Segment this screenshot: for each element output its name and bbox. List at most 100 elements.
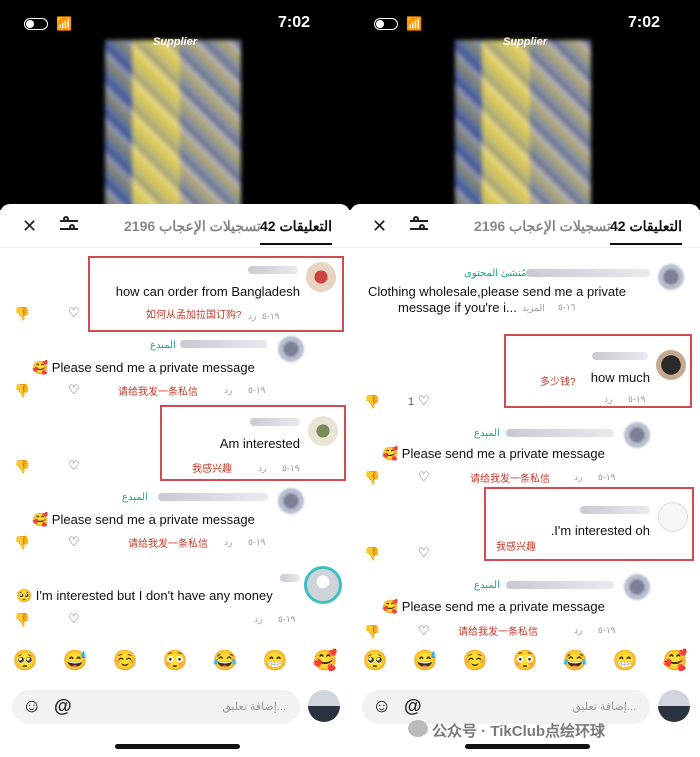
like-icon[interactable]: ♡ xyxy=(418,393,430,409)
comment-text: .I'm interested oh xyxy=(550,523,650,538)
comment-translation: 我感兴趣 xyxy=(496,542,536,553)
home-indicator xyxy=(465,744,590,749)
emoji-picker-icon[interactable]: ☺ xyxy=(372,696,391,718)
avatar[interactable] xyxy=(656,262,686,292)
avatar[interactable] xyxy=(304,566,342,604)
user-avatar[interactable] xyxy=(658,690,690,722)
like-icon[interactable]: ♡ xyxy=(68,305,80,321)
emoji-button[interactable]: 🥺 xyxy=(363,648,388,673)
video-overlay-label: Supplier xyxy=(152,36,197,48)
username-blur xyxy=(248,266,298,274)
filter-icon[interactable] xyxy=(60,216,78,234)
video-player[interactable]: 📶 7:02 Supplier xyxy=(0,0,350,210)
comment-date: ١٩-٥ xyxy=(598,472,616,482)
author-badge: المبدع xyxy=(150,340,176,351)
wifi-icon: 📶 xyxy=(56,16,73,31)
avatar[interactable] xyxy=(656,350,686,380)
dislike-icon[interactable]: 👎 xyxy=(364,394,380,410)
reply-link[interactable]: رد xyxy=(254,614,262,625)
filter-icon[interactable] xyxy=(410,216,428,234)
username-blur xyxy=(280,574,300,582)
comment-text: Clothing wholesale,please send me a priv… xyxy=(368,284,626,299)
emoji-button[interactable]: ☺️ xyxy=(113,648,138,673)
dislike-icon[interactable]: 👎 xyxy=(14,612,30,628)
author-badge: المبدع xyxy=(474,580,500,591)
like-icon[interactable]: ♡ xyxy=(68,534,80,550)
emoji-bar: 🥺 😅 ☺️ 😳 😂 😁 🥰 xyxy=(350,648,700,673)
like-icon[interactable]: ♡ xyxy=(418,623,430,639)
emoji-button[interactable]: 🥰 xyxy=(663,648,688,673)
like-icon[interactable]: ♡ xyxy=(68,611,80,627)
emoji-button[interactable]: 😂 xyxy=(213,648,238,673)
username-blur xyxy=(526,269,650,277)
comment-input[interactable]: ☺ @ إضافة تعليق... xyxy=(362,690,650,724)
dislike-icon[interactable]: 👎 xyxy=(14,459,30,475)
dislike-icon[interactable]: 👎 xyxy=(364,624,380,640)
comment-text: 🥰 Please send me a private message xyxy=(382,599,605,614)
emoji-button[interactable]: 🥺 xyxy=(13,648,38,673)
mention-icon[interactable]: @ xyxy=(404,696,422,717)
user-avatar[interactable] xyxy=(308,690,340,722)
reply-link[interactable]: رد xyxy=(224,537,232,548)
emoji-button[interactable]: 🥰 xyxy=(313,648,338,673)
dislike-icon[interactable]: 👎 xyxy=(364,470,380,486)
reply-link[interactable]: رد xyxy=(604,394,612,405)
emoji-picker-icon[interactable]: ☺ xyxy=(22,696,41,718)
username-blur xyxy=(250,418,300,426)
emoji-button[interactable]: 😁 xyxy=(613,648,638,673)
comment-date: ١٩-٥ xyxy=(628,394,646,404)
comment-date: ١٩-٥ xyxy=(282,463,300,473)
avatar[interactable] xyxy=(276,334,306,364)
focus-toggle-icon xyxy=(374,18,398,30)
reply-link[interactable]: رد xyxy=(224,385,232,396)
emoji-button[interactable]: 😳 xyxy=(513,648,538,673)
avatar[interactable] xyxy=(658,502,688,532)
wifi-icon: 📶 xyxy=(406,16,423,31)
status-icons: 📶 xyxy=(374,16,422,32)
emoji-button[interactable]: ☺️ xyxy=(463,648,488,673)
emoji-button[interactable]: 😅 xyxy=(63,648,88,673)
close-icon[interactable]: ✕ xyxy=(22,216,37,237)
comment-translation: 请给我发一条私信 xyxy=(458,627,538,638)
reply-link[interactable]: رد xyxy=(258,463,266,474)
avatar[interactable] xyxy=(308,416,338,446)
comment-translation: 多少钱? xyxy=(540,377,576,388)
emoji-button[interactable]: 😅 xyxy=(413,648,438,673)
dislike-icon[interactable]: 👎 xyxy=(14,306,30,322)
emoji-button[interactable]: 😁 xyxy=(263,648,288,673)
tab-comments[interactable]: التعليقات 42 xyxy=(610,218,682,245)
avatar[interactable] xyxy=(306,262,336,292)
dislike-icon[interactable]: 👎 xyxy=(14,383,30,399)
tab-comments[interactable]: التعليقات 42 xyxy=(260,218,332,245)
close-icon[interactable]: ✕ xyxy=(372,216,387,237)
avatar[interactable] xyxy=(622,420,652,450)
comment-text: Am interested xyxy=(219,436,300,451)
username-blur xyxy=(158,493,268,501)
dislike-icon[interactable]: 👎 xyxy=(364,546,380,562)
video-player[interactable]: 📶 7:02 Supplier xyxy=(350,0,700,210)
comment-input[interactable]: ☺ @ إضافة تعليق... xyxy=(12,690,300,724)
avatar[interactable] xyxy=(276,486,306,516)
like-icon[interactable]: ♡ xyxy=(418,469,430,485)
comment-placeholder: إضافة تعليق... xyxy=(222,701,286,713)
comment-text: how much xyxy=(590,370,650,385)
video-overlay-label: Supplier xyxy=(502,36,547,48)
like-icon[interactable]: ♡ xyxy=(68,382,80,398)
status-time: 7:02 xyxy=(627,14,660,31)
more-link[interactable]: المزيد xyxy=(522,303,545,314)
like-icon[interactable]: ♡ xyxy=(68,458,80,474)
reply-link[interactable]: رد xyxy=(574,472,582,483)
emoji-button[interactable]: 😳 xyxy=(163,648,188,673)
wechat-logo-icon xyxy=(408,720,428,737)
username-blur xyxy=(506,429,614,437)
reply-link[interactable]: رد xyxy=(574,625,582,636)
emoji-button[interactable]: 😂 xyxy=(563,648,588,673)
tab-likes[interactable]: تسجيلات الإعجاب 2196 xyxy=(124,218,261,235)
tab-likes[interactable]: تسجيلات الإعجاب 2196 xyxy=(474,218,611,235)
comment-text: 🥰 Please send me a private message xyxy=(382,446,605,461)
like-icon[interactable]: ♡ xyxy=(418,545,430,561)
reply-link[interactable]: رد xyxy=(248,311,256,322)
mention-icon[interactable]: @ xyxy=(54,696,72,717)
dislike-icon[interactable]: 👎 xyxy=(14,535,30,551)
avatar[interactable] xyxy=(622,572,652,602)
